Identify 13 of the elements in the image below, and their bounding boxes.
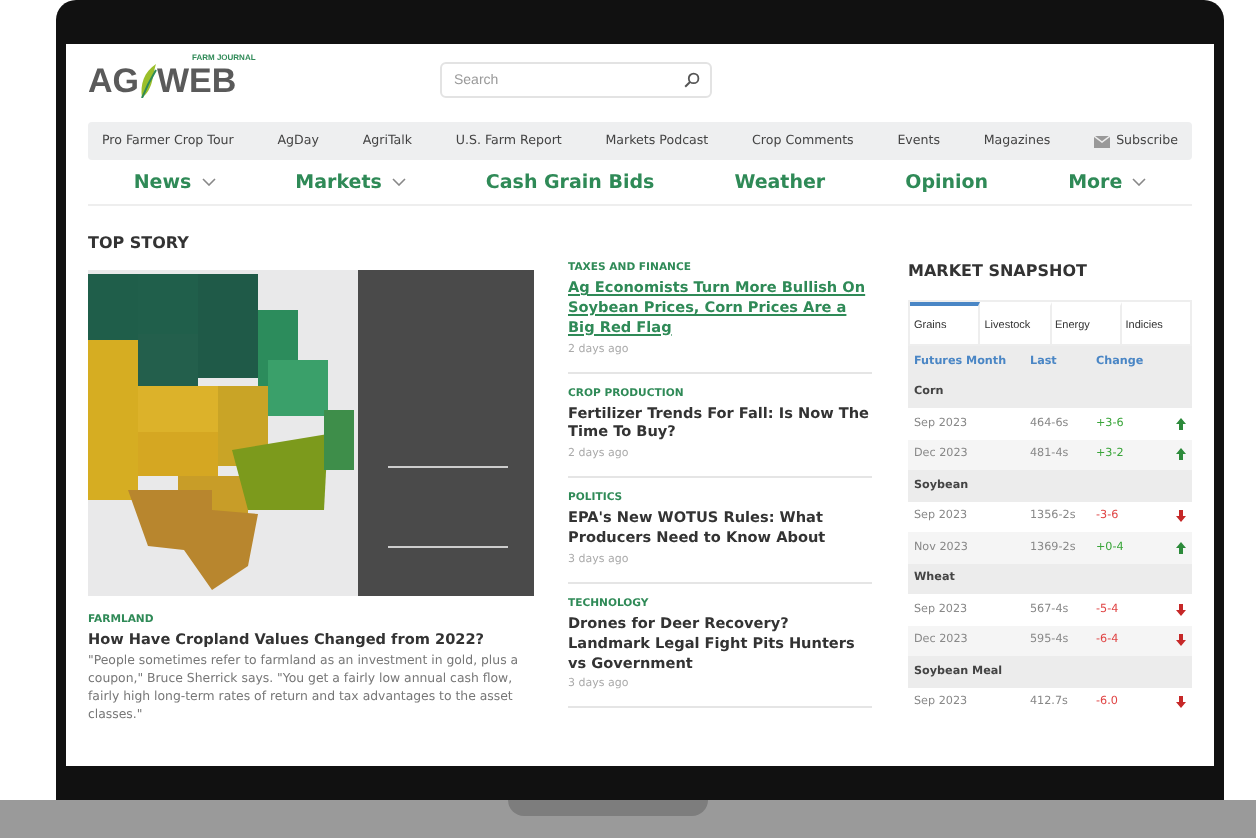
nav-link[interactable]: Opinion [905, 171, 989, 193]
logo-text: AG [88, 63, 139, 97]
leaf-icon [139, 63, 157, 97]
logo-text: WEB [157, 63, 237, 97]
nav-link[interactable]: More [1068, 171, 1147, 193]
nav-link[interactable]: Weather [734, 171, 826, 193]
search-icon [684, 72, 700, 88]
nav-link[interactable]: Markets [295, 171, 406, 193]
nav-link[interactable]: Cash Grain Bids [485, 171, 655, 193]
mail-icon [1094, 135, 1111, 147]
section-heading: TOP STORY [88, 234, 191, 252]
nav-link[interactable]: News [133, 171, 216, 193]
section-heading: MARKET SNAPSHOT [908, 262, 1089, 280]
